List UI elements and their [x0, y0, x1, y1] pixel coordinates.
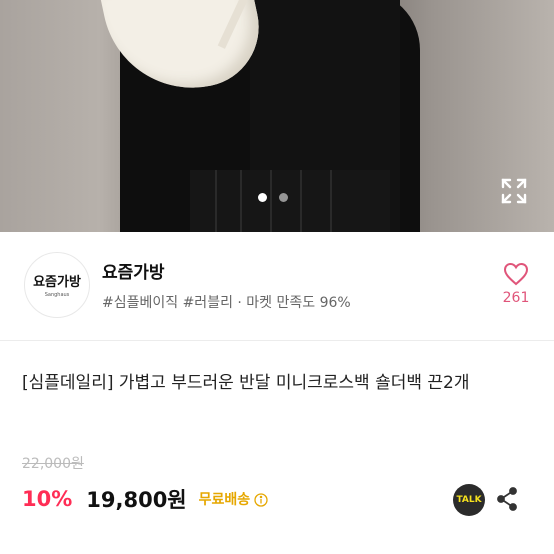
like-button[interactable] [503, 262, 529, 286]
product-image-gallery[interactable] [0, 0, 554, 232]
product-photo-pants [190, 170, 390, 232]
share-button[interactable] [495, 486, 519, 512]
store-logo-text: 요즘가방 [33, 275, 81, 290]
gallery-pagination [258, 193, 288, 202]
talk-icon: TALK [456, 495, 482, 505]
expand-icon [501, 178, 527, 204]
divider [0, 340, 554, 341]
original-price: 22,000원 [22, 456, 84, 472]
share-icon [497, 487, 517, 511]
sale-price: 19,800원 [86, 488, 187, 512]
shipping-info-button[interactable] [254, 492, 268, 507]
pleat-line [330, 170, 332, 232]
gallery-dot-2[interactable] [279, 193, 288, 202]
price-row: 10% 19,800원 무료배송 [22, 484, 268, 514]
store-tags: #심플베이직 #러블리 · 마켓 만족도 96% [102, 295, 351, 311]
product-title: [심플데일리] 가볍고 부드러운 반달 미니크로스백 숄더백 끈2개 [22, 373, 470, 393]
pleat-line [215, 170, 217, 232]
discount-rate: 10% [22, 487, 73, 511]
gallery-dot-1[interactable] [258, 193, 267, 202]
like-count: 261 [502, 290, 530, 306]
store-logo-subtext: Sanghaus [44, 292, 70, 298]
pleat-line [300, 170, 302, 232]
info-icon [254, 493, 268, 507]
heart-icon [503, 262, 529, 286]
free-shipping-badge: 무료배송 [198, 492, 251, 508]
store-name[interactable]: 요즘가방 [102, 258, 165, 283]
expand-button[interactable] [500, 177, 528, 205]
talk-button[interactable]: TALK [453, 484, 485, 516]
store-avatar[interactable]: 요즘가방 Sanghaus [24, 252, 90, 318]
pleat-line [240, 170, 242, 232]
